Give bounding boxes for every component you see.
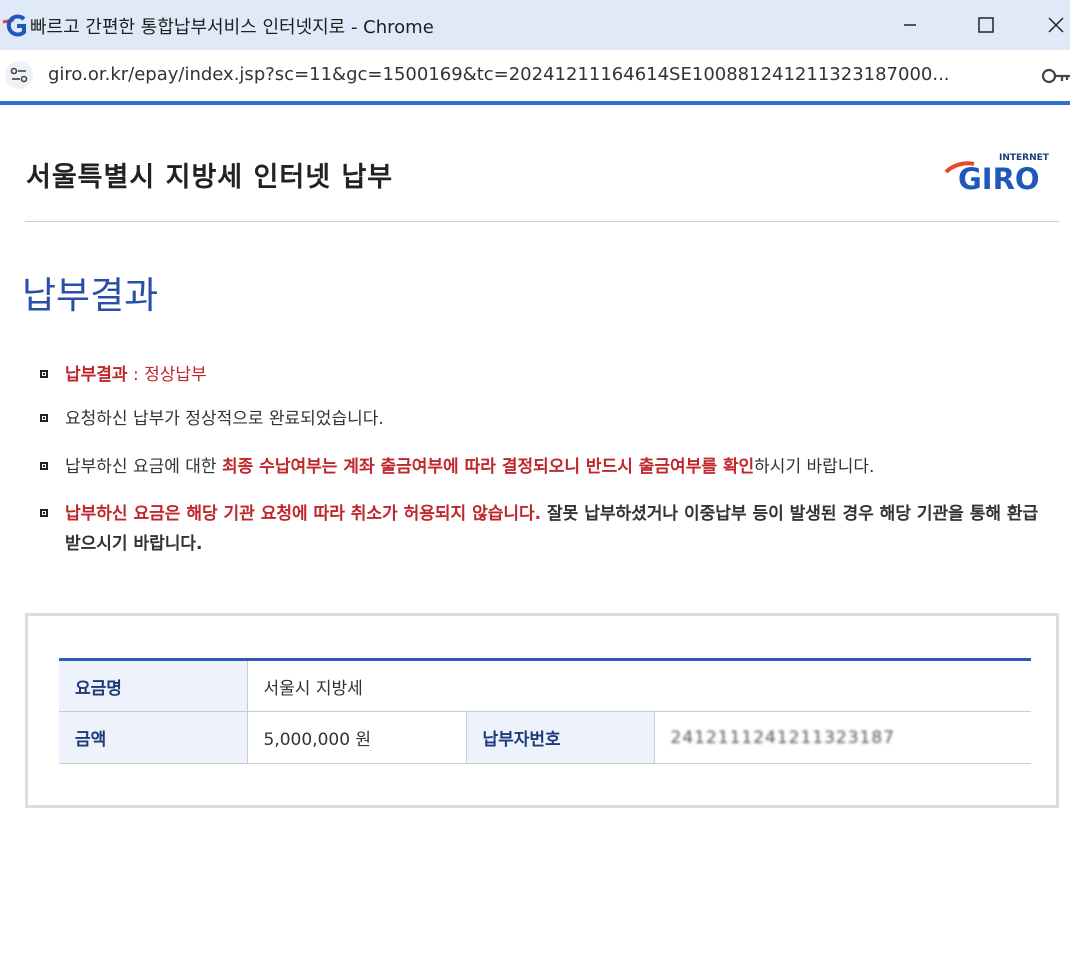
table-row: 금액 5,000,000 원 납부자번호 241211124121132318​… <box>59 711 1031 764</box>
table-row: 요금명 서울시 지방세 <box>59 658 1031 712</box>
notice-result-status: 납부결과 : 정상납부 <box>40 360 1050 390</box>
site-info-icon[interactable] <box>4 60 34 90</box>
internet-giro-logo: INTERNET GIRO <box>944 153 1050 192</box>
payment-result-box: 요금명 서울시 지방세 금액 5,000,000 원 납부자번호 2412111… <box>25 613 1059 808</box>
notice-no-cancel: 납부하신 요금은 해당 기관 요청에 따라 취소가 허용되지 않습니다. 잘못 … <box>40 499 1050 559</box>
address-bar-divider <box>0 101 1070 105</box>
logo-big-text: GIRO <box>958 162 1040 192</box>
bullet-icon <box>40 414 48 422</box>
amount-label: 금액 <box>59 711 247 764</box>
fee-name-value: 서울시 지방세 <box>246 658 1031 712</box>
bullet-icon <box>40 370 48 378</box>
maximize-icon[interactable] <box>968 8 1004 42</box>
close-icon[interactable] <box>1038 8 1070 42</box>
notice-withdrawal-pre: 납부하신 요금에 대한 <box>65 457 222 477</box>
payer-number-value: 241211124121132318​7 <box>670 727 896 748</box>
minimize-icon[interactable] <box>892 8 928 42</box>
bullet-icon <box>40 462 48 470</box>
payer-number-cell: 241211124121132318​7 <box>653 711 1031 764</box>
header-divider <box>25 221 1059 222</box>
page-title: 서울특별시 지방세 인터넷 납부 <box>26 162 394 193</box>
url-text[interactable]: giro.or.kr/epay/index.jsp?sc=11&gc=15001… <box>48 64 950 85</box>
result-status-label: 납부결과 <box>65 365 128 385</box>
payment-result-table: 요금명 서울시 지방세 금액 5,000,000 원 납부자번호 2412111… <box>59 658 1031 764</box>
notice-withdrawal-check: 납부하신 요금에 대한 최종 수납여부는 계좌 출금여부에 따라 결정되오니 반… <box>40 452 1050 482</box>
giro-favicon-icon <box>2 14 26 37</box>
bullet-icon <box>40 509 48 517</box>
window-titlebar: 빠르고 간편한 통합납부서비스 인터넷지로 - Chrome <box>0 0 1070 50</box>
result-heading: 납부결과 <box>22 274 159 317</box>
fee-name-label: 요금명 <box>59 658 247 712</box>
payer-number-label: 납부자번호 <box>465 711 654 764</box>
notice-withdrawal-post: 하시기 바랍니다. <box>754 457 875 477</box>
result-status-value: 정상납부 <box>144 365 207 385</box>
password-key-icon[interactable] <box>1040 62 1070 90</box>
amount-value: 5,000,000 원 <box>246 711 466 764</box>
result-status-separator: : <box>127 365 145 385</box>
notice-withdrawal-emphasis: 최종 수납여부는 계좌 출금여부에 따라 결정되오니 반드시 출금여부를 확인 <box>221 457 755 477</box>
window-title: 빠르고 간편한 통합납부서비스 인터넷지로 - Chrome <box>30 17 434 38</box>
notice-no-cancel-emphasis: 납부하신 요금은 해당 기관 요청에 따라 취소가 허용되지 않습니다. <box>65 504 542 524</box>
notice-completed-text: 요청하신 납부가 정상적으로 완료되었습니다. <box>65 409 384 429</box>
notice-completed: 요청하신 납부가 정상적으로 완료되었습니다. <box>40 404 1050 434</box>
